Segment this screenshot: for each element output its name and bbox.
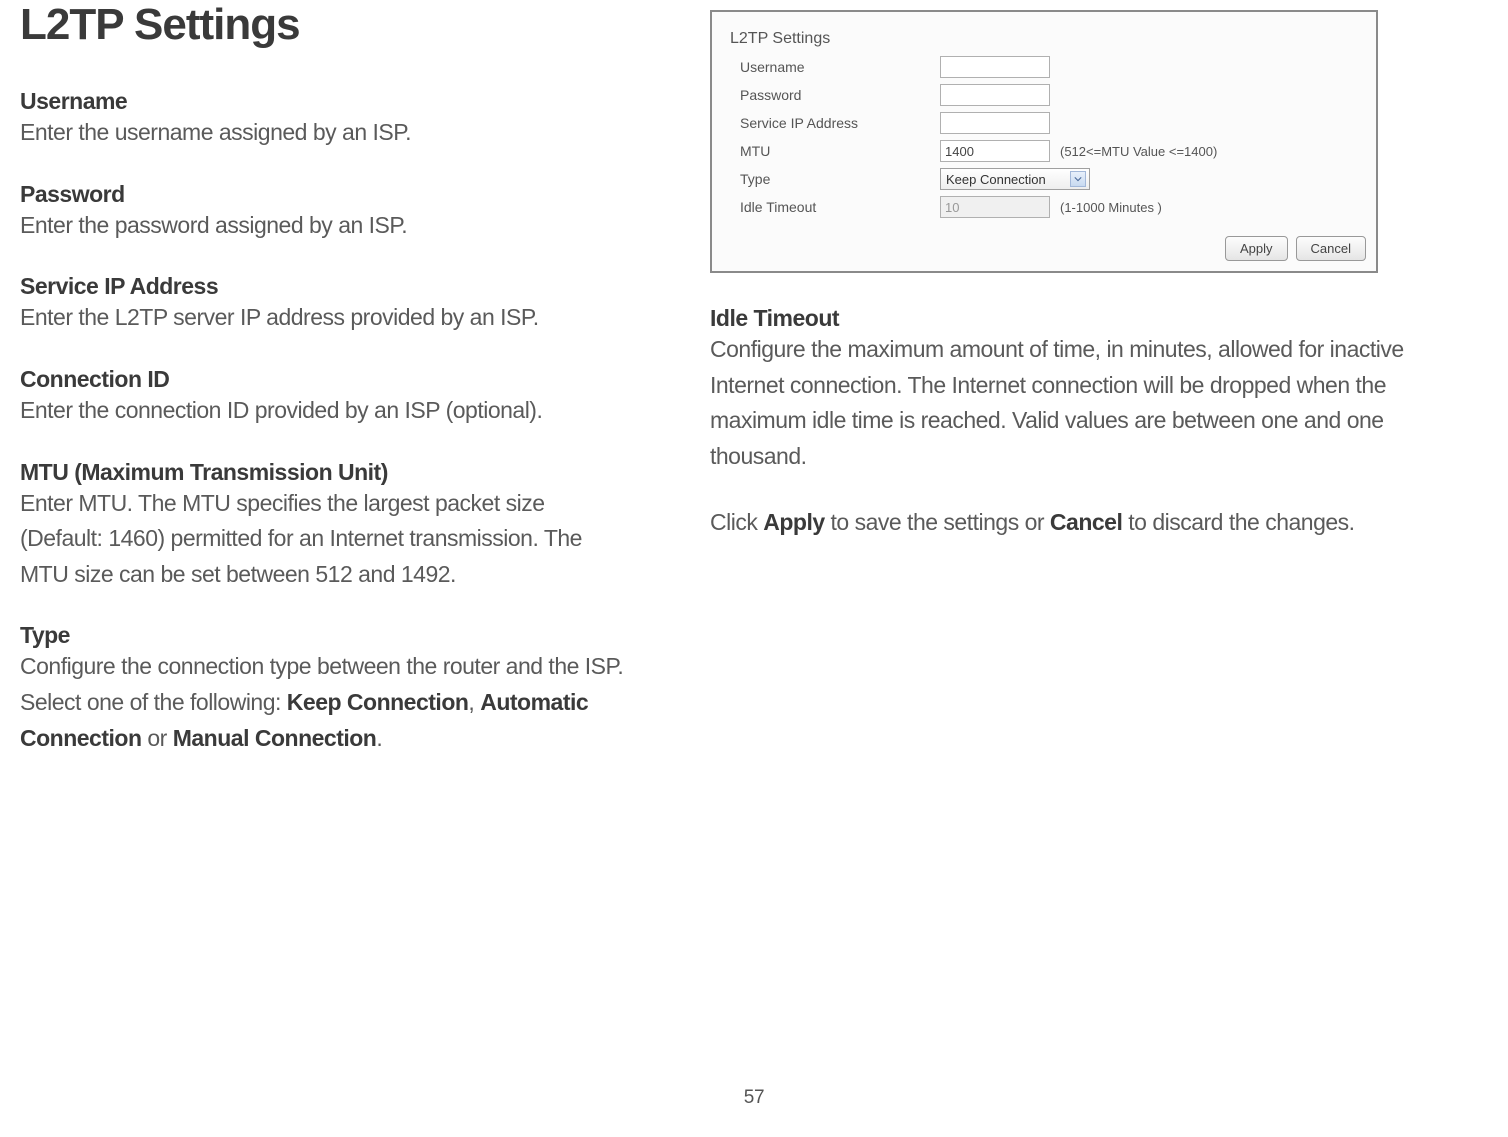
- heading-password: Password: [20, 181, 630, 208]
- input-username[interactable]: [940, 56, 1050, 78]
- right-column: L2TP Settings Username Password Service …: [710, 0, 1450, 786]
- input-serviceip[interactable]: [940, 112, 1050, 134]
- page-title: L2TP Settings: [20, 0, 630, 50]
- hint-mtu: (512<=MTU Value <=1400): [1060, 144, 1217, 159]
- row-serviceip: Service IP Address: [730, 112, 1356, 134]
- l2tp-settings-panel: L2TP Settings Username Password Service …: [710, 10, 1378, 273]
- footer-apply: Apply: [763, 509, 824, 535]
- cancel-button[interactable]: Cancel: [1296, 236, 1366, 261]
- body-password: Enter the password assigned by an ISP.: [20, 208, 630, 244]
- label-serviceip: Service IP Address: [730, 115, 940, 131]
- type-sep1: ,: [468, 689, 480, 715]
- label-idle: Idle Timeout: [730, 199, 940, 215]
- heading-serviceip: Service IP Address: [20, 273, 630, 300]
- select-type[interactable]: Keep Connection: [940, 168, 1090, 190]
- footer-instruction: Click Apply to save the settings or Canc…: [710, 505, 1450, 541]
- page-number: 57: [744, 1087, 765, 1109]
- row-password: Password: [730, 84, 1356, 106]
- row-type: Type Keep Connection: [730, 168, 1356, 190]
- body-mtu: Enter MTU. The MTU specifies the largest…: [20, 486, 630, 593]
- hint-idle: (1-1000 Minutes ): [1060, 200, 1162, 215]
- footer-pre: Click: [710, 509, 763, 535]
- label-type: Type: [730, 171, 940, 187]
- heading-mtu: MTU (Maximum Transmission Unit): [20, 459, 630, 486]
- apply-button[interactable]: Apply: [1225, 236, 1288, 261]
- type-opt-manual: Manual Connection: [173, 725, 377, 751]
- chevron-down-icon: [1070, 171, 1086, 187]
- input-idle: [940, 196, 1050, 218]
- body-connid: Enter the connection ID provided by an I…: [20, 393, 630, 429]
- left-column: L2TP Settings Username Enter the usernam…: [20, 0, 640, 786]
- label-username: Username: [730, 59, 940, 75]
- heading-username: Username: [20, 88, 630, 115]
- body-type: Configure the connection type between th…: [20, 649, 630, 756]
- heading-idle: Idle Timeout: [710, 305, 1450, 332]
- row-mtu: MTU (512<=MTU Value <=1400): [730, 140, 1356, 162]
- body-serviceip: Enter the L2TP server IP address provide…: [20, 300, 630, 336]
- input-mtu[interactable]: [940, 140, 1050, 162]
- label-password: Password: [730, 87, 940, 103]
- type-end: .: [376, 725, 382, 751]
- panel-title: L2TP Settings: [730, 30, 1356, 48]
- row-idle: Idle Timeout (1-1000 Minutes ): [730, 196, 1356, 218]
- select-type-value: Keep Connection: [946, 172, 1046, 187]
- heading-connid: Connection ID: [20, 366, 630, 393]
- row-username: Username: [730, 56, 1356, 78]
- type-sep2: or: [142, 725, 173, 751]
- input-password[interactable]: [940, 84, 1050, 106]
- footer-end: to discard the changes.: [1122, 509, 1354, 535]
- body-username: Enter the username assigned by an ISP.: [20, 115, 630, 151]
- heading-type: Type: [20, 622, 630, 649]
- footer-mid: to save the settings or: [825, 509, 1050, 535]
- type-opt-keep: Keep Connection: [287, 689, 469, 715]
- label-mtu: MTU: [730, 143, 940, 159]
- footer-cancel: Cancel: [1050, 509, 1122, 535]
- panel-button-row: Apply Cancel: [712, 228, 1376, 271]
- body-idle: Configure the maximum amount of time, in…: [710, 332, 1450, 475]
